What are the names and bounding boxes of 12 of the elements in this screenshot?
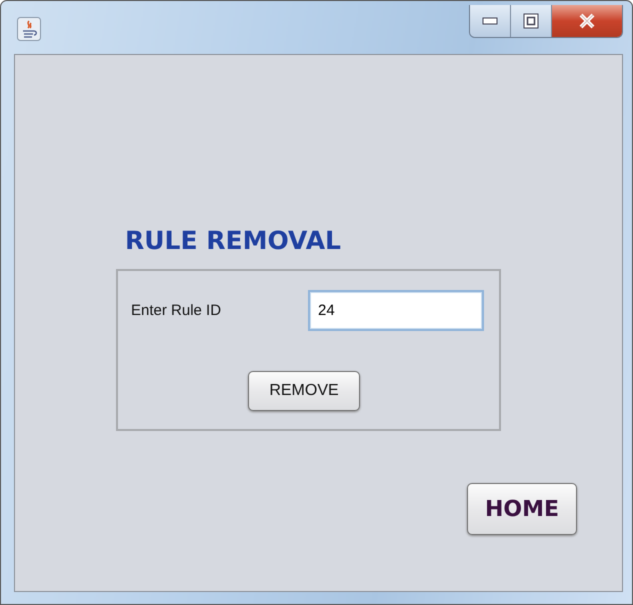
maximize-button[interactable] (511, 5, 552, 37)
form-heading: RULE REMOVAL (125, 226, 342, 255)
remove-button[interactable]: REMOVE (248, 371, 360, 411)
close-button[interactable] (552, 5, 622, 37)
home-button[interactable]: HOME (467, 483, 577, 535)
close-icon (578, 13, 596, 29)
maximize-icon (523, 13, 539, 29)
rule-id-label: Enter Rule ID (131, 302, 222, 319)
app-icon[interactable] (17, 17, 41, 41)
minimize-button[interactable] (470, 5, 511, 37)
minimize-icon (482, 17, 498, 25)
rule-id-field[interactable]: 24 (308, 290, 484, 331)
